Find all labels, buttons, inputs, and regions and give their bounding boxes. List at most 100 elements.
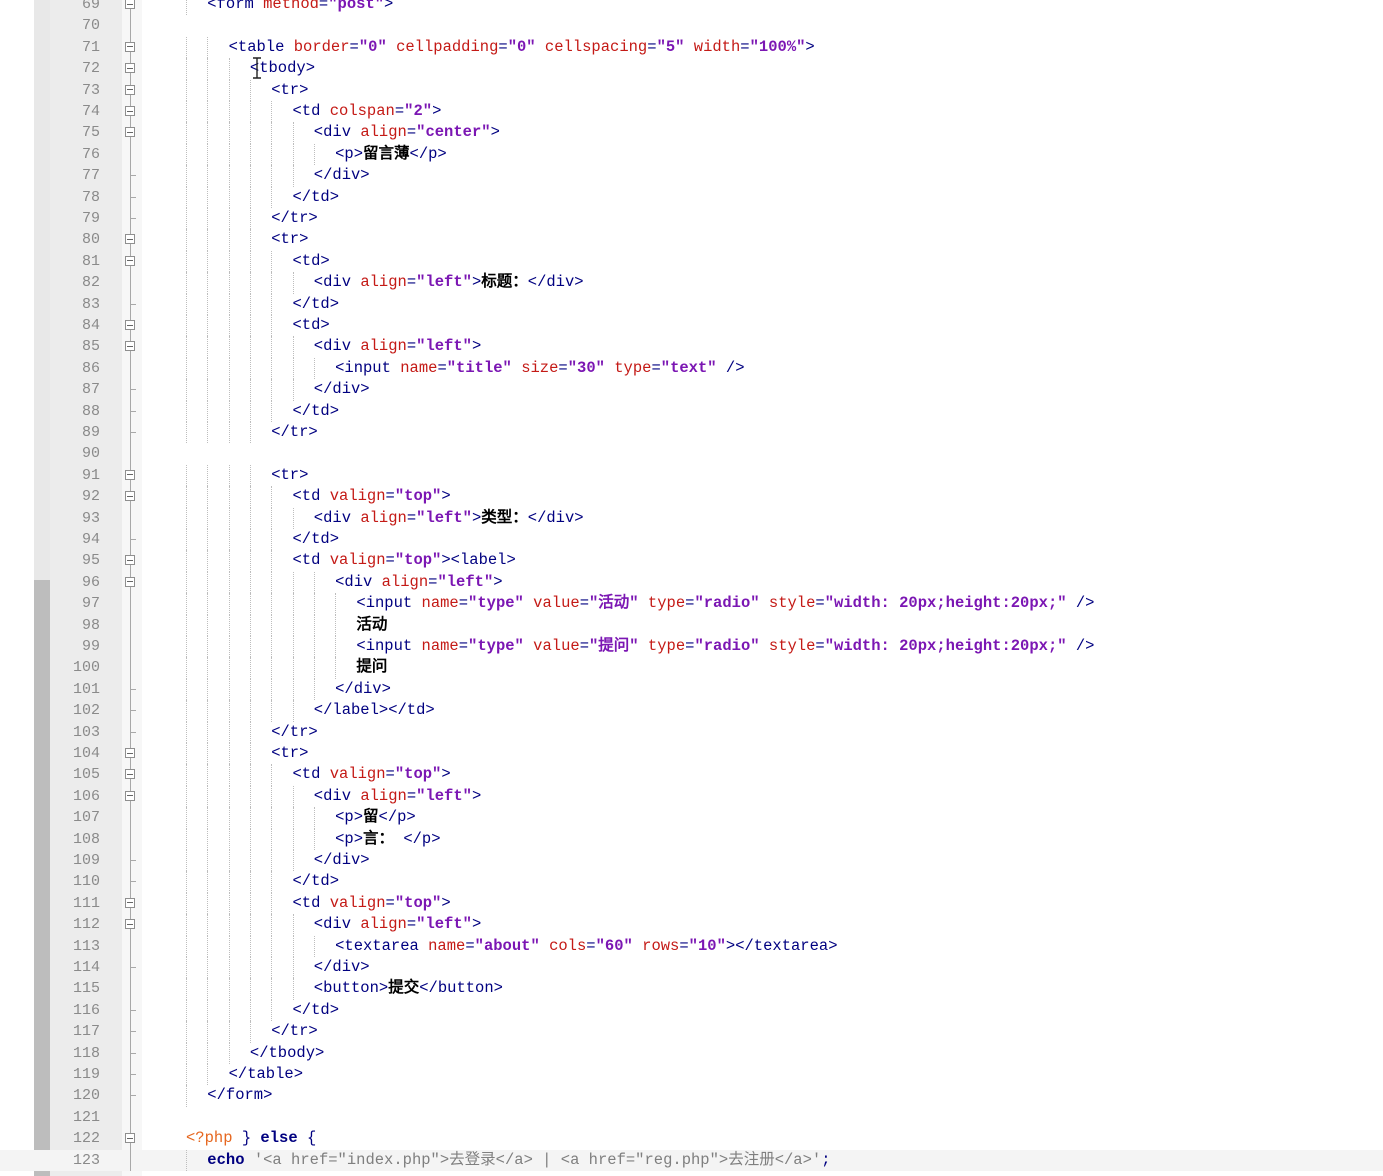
code-line[interactable]: 106 <div align="left"> xyxy=(0,785,1383,808)
code-text[interactable]: </td> xyxy=(293,529,340,550)
code-text[interactable]: </div> xyxy=(314,165,370,186)
code-text[interactable]: <input name="type" value="活动" type="radi… xyxy=(356,593,1094,614)
code-text[interactable]: </td> xyxy=(293,1000,340,1021)
code-line[interactable]: 96 <div align="left"> xyxy=(0,571,1383,594)
code-line[interactable]: 93 <div align="left">类型：</div> xyxy=(0,507,1383,529)
code-line[interactable]: 80 <tr> xyxy=(0,229,1383,251)
code-text[interactable]: <input name="type" value="提问" type="radi… xyxy=(356,636,1094,657)
fold-collapse-icon[interactable] xyxy=(125,491,135,502)
code-line[interactable]: 90 xyxy=(0,443,1383,465)
code-line[interactable]: 79 </tr> xyxy=(0,208,1383,230)
code-line[interactable]: 107 <p>留</p> xyxy=(0,807,1383,829)
code-text[interactable]: 活动 xyxy=(356,615,387,636)
code-line[interactable]: 91 <tr> xyxy=(0,464,1383,487)
code-line[interactable]: 112 <div align="left"> xyxy=(0,914,1383,936)
code-text[interactable]: <p>言： </p> xyxy=(335,829,440,850)
code-line[interactable]: 120 </form> xyxy=(0,1085,1383,1107)
code-text[interactable]: <div align="left"> xyxy=(314,786,481,807)
code-text[interactable]: <p>留</p> xyxy=(335,807,416,828)
fold-collapse-icon[interactable] xyxy=(125,341,135,352)
code-text[interactable]: <td valign="top"> xyxy=(293,764,451,785)
code-text[interactable]: <tr> xyxy=(271,465,308,486)
code-text[interactable]: <td valign="top"> xyxy=(293,893,451,914)
fold-collapse-icon[interactable] xyxy=(125,0,135,9)
code-text[interactable]: echo '<a href="index.php">去登录</a> | <a h… xyxy=(207,1150,830,1171)
code-text[interactable]: <textarea name="about" cols="60" rows="1… xyxy=(335,936,837,957)
code-text[interactable]: <tr> xyxy=(271,743,308,764)
code-text[interactable]: </div> xyxy=(314,957,370,978)
code-line[interactable]: 94 </td> xyxy=(0,529,1383,551)
fold-collapse-icon[interactable] xyxy=(125,897,135,908)
fold-collapse-icon[interactable] xyxy=(125,255,135,266)
fold-collapse-icon[interactable] xyxy=(125,769,135,780)
code-text[interactable]: 提问 xyxy=(356,657,387,678)
code-text[interactable]: <td> xyxy=(293,251,330,272)
code-text[interactable]: <p>留言薄</p> xyxy=(335,144,447,165)
code-line[interactable]: 77 </div> xyxy=(0,165,1383,187)
code-line[interactable]: 109 </div> xyxy=(0,850,1383,872)
fold-collapse-icon[interactable] xyxy=(125,576,135,587)
code-text[interactable]: <input name="title" size="30" type="text… xyxy=(335,358,744,379)
code-line[interactable]: 95 <td valign="top"><label> xyxy=(0,550,1383,572)
fold-collapse-icon[interactable] xyxy=(125,41,135,52)
code-line[interactable]: 71 <table border="0" cellpadding="0" cell… xyxy=(0,36,1383,59)
code-line[interactable]: 74 <td colspan="2"> xyxy=(0,101,1383,123)
code-line[interactable]: 115 <button>提交</button> xyxy=(0,978,1383,1000)
code-text[interactable]: </label></td> xyxy=(314,700,435,721)
fold-collapse-icon[interactable] xyxy=(125,919,135,930)
fold-collapse-icon[interactable] xyxy=(125,748,135,758)
code-line[interactable]: 108 <p>言： </p> xyxy=(0,828,1383,850)
code-line[interactable]: 69 <form method="post"> xyxy=(0,0,1383,16)
code-text[interactable]: <button>提交</button> xyxy=(314,978,503,999)
code-line[interactable]: 76 <p>留言薄</p> xyxy=(0,143,1383,166)
code-text[interactable]: <?php } else { xyxy=(186,1128,316,1149)
code-text[interactable]: </div> xyxy=(314,850,370,871)
code-line[interactable]: 104 <tr> xyxy=(0,743,1383,765)
code-line[interactable]: 102 </label></td> xyxy=(0,700,1383,722)
code-text[interactable]: <div align="left"> xyxy=(314,336,481,357)
code-line[interactable]: 72 <tbody> xyxy=(0,58,1383,80)
code-text[interactable]: </tbody> xyxy=(250,1043,324,1064)
fold-collapse-icon[interactable] xyxy=(125,234,135,245)
code-line[interactable]: 73 <tr> xyxy=(0,79,1383,101)
code-line[interactable]: 101 </div> xyxy=(0,678,1383,701)
code-text[interactable]: <div align="left"> xyxy=(314,914,481,935)
code-text[interactable]: </div> xyxy=(314,379,370,400)
code-line[interactable]: 111 <td valign="top"> xyxy=(0,892,1383,915)
code-line[interactable]: 97 <input name="type" value="活动" type="ra… xyxy=(0,593,1383,615)
code-line[interactable]: 103 </tr> xyxy=(0,721,1383,743)
code-text[interactable]: <td valign="top"> xyxy=(293,486,451,507)
fold-collapse-icon[interactable] xyxy=(125,320,135,330)
code-text[interactable]: </td> xyxy=(293,187,340,208)
code-line[interactable]: 114 </div> xyxy=(0,957,1383,979)
code-text[interactable]: </tr> xyxy=(271,208,318,229)
code-text[interactable]: </tr> xyxy=(271,1021,318,1042)
code-text[interactable]: <div align="left">标题：</div> xyxy=(314,272,584,293)
fold-collapse-icon[interactable] xyxy=(125,1133,135,1144)
code-line[interactable]: 100 提问 xyxy=(0,657,1383,679)
code-line[interactable]: 99 <input name="type" value="提问" type="ra… xyxy=(0,636,1383,658)
code-text[interactable]: <td> xyxy=(293,315,330,336)
code-line[interactable]: 121 xyxy=(0,1106,1383,1129)
code-line[interactable]: 83 </td> xyxy=(0,293,1383,315)
code-line[interactable]: 122 <?php } else { xyxy=(0,1128,1383,1150)
fold-collapse-icon[interactable] xyxy=(125,63,135,74)
code-line[interactable]: 70 xyxy=(0,15,1383,37)
code-line[interactable]: 113 <textarea name="about" cols="60" rows… xyxy=(0,935,1383,957)
code-text[interactable]: </td> xyxy=(293,401,340,422)
code-line[interactable]: 117 </tr> xyxy=(0,1021,1383,1043)
code-text[interactable]: </form> xyxy=(207,1085,272,1106)
code-text[interactable]: </div> xyxy=(335,679,391,700)
code-text[interactable]: <td colspan="2"> xyxy=(293,101,442,122)
code-line[interactable]: 75 <div align="center"> xyxy=(0,122,1383,144)
code-text[interactable]: </tr> xyxy=(271,422,318,443)
code-text[interactable]: <div align="center"> xyxy=(314,122,500,143)
code-line[interactable]: 78 </td> xyxy=(0,186,1383,208)
code-line[interactable]: 123 echo '<a href="index.php">去登录</a> | <… xyxy=(0,1149,1383,1171)
code-text[interactable]: <tr> xyxy=(271,229,308,250)
code-text[interactable]: <td valign="top"><label> xyxy=(293,550,516,571)
code-text[interactable]: <div align="left"> xyxy=(335,572,502,593)
code-text[interactable]: </table> xyxy=(229,1064,303,1085)
code-line[interactable]: 119 </table> xyxy=(0,1064,1383,1086)
code-text[interactable]: </td> xyxy=(293,871,340,892)
